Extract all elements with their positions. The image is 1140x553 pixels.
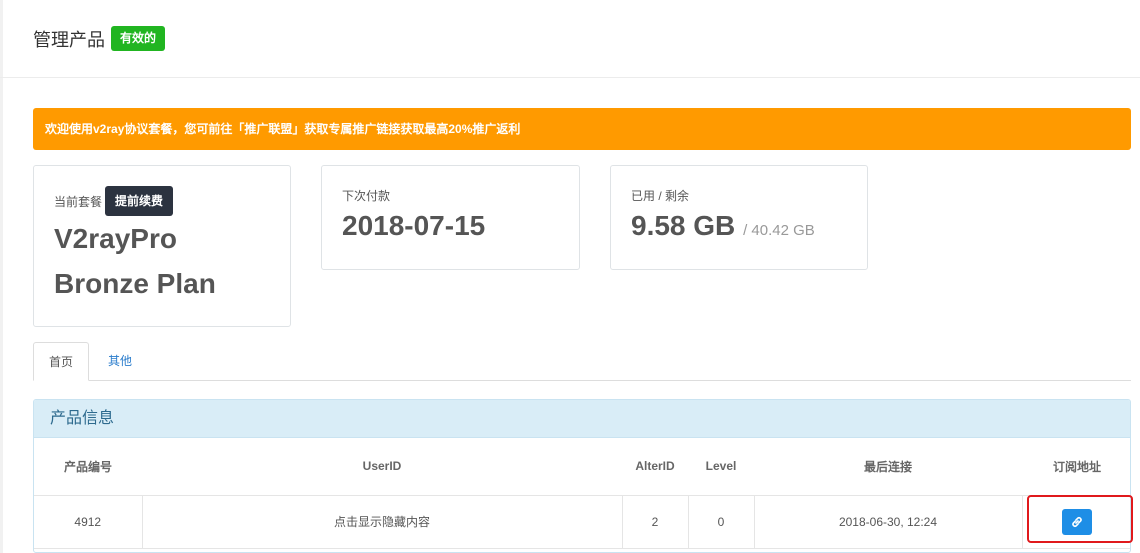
product-table: 产品编号 UserID AlterID Level 最后连接 订阅地址 4912…: [34, 438, 1130, 549]
tab-other[interactable]: 其他: [93, 342, 147, 381]
table-header-row: 产品编号 UserID AlterID Level 最后连接 订阅地址: [34, 438, 1130, 496]
product-id-cell: 4912: [34, 495, 143, 549]
page-header: 管理产品 有效的: [0, 0, 1140, 78]
usage-total: / 40.42 GB: [743, 222, 815, 239]
userid-reveal-cell[interactable]: 点击显示隐藏内容: [142, 495, 623, 549]
usage-used: 9.58 GB: [631, 210, 736, 241]
next-payment-label: 下次付款: [342, 189, 391, 203]
panel-title: 产品信息: [34, 400, 1130, 438]
column-header: 产品编号: [34, 438, 142, 496]
next-payment-date: 2018-07-15: [342, 210, 486, 241]
left-border: [0, 0, 3, 553]
plan-name-line2: Bronze Plan: [54, 268, 216, 299]
level-cell: 0: [688, 495, 755, 549]
page-title: 管理产品: [33, 30, 105, 50]
table-row: 4912 点击显示隐藏内容 2 0 2018-06-30, 12:24: [34, 495, 1130, 549]
column-header: 订阅地址: [1022, 438, 1130, 496]
usage-value: 9.58 GB / 40.42 GB: [631, 204, 815, 253]
last-connect-cell: 2018-06-30, 12:24: [754, 495, 1023, 549]
plan-label: 当前套餐: [54, 195, 103, 209]
usage-label: 已用 / 剩余: [631, 189, 690, 203]
column-header: 最后连接: [754, 438, 1022, 496]
status-badge: 有效的: [111, 26, 166, 51]
column-header: Level: [688, 438, 754, 496]
tab-bar: 首页 其他: [33, 342, 1131, 381]
column-header: UserID: [142, 438, 622, 496]
product-info-panel: 产品信息 产品编号 UserID AlterID Level 最后连接 订阅地址…: [33, 399, 1131, 553]
renew-button[interactable]: 提前续费: [105, 186, 174, 216]
alterid-cell: 2: [622, 495, 689, 549]
tab-home[interactable]: 首页: [33, 342, 89, 381]
column-header: AlterID: [622, 438, 688, 496]
promo-alert: 欢迎使用v2ray协议套餐，您可前往「推广联盟」获取专属推广链接获取最高20%推…: [33, 108, 1131, 150]
highlight-box: [1027, 495, 1133, 543]
next-payment-card: 下次付款 2018-07-15: [321, 165, 580, 270]
usage-card: 已用 / 剩余 9.58 GB / 40.42 GB: [610, 165, 868, 270]
plan-name-line1: V2rayPro: [54, 223, 177, 254]
